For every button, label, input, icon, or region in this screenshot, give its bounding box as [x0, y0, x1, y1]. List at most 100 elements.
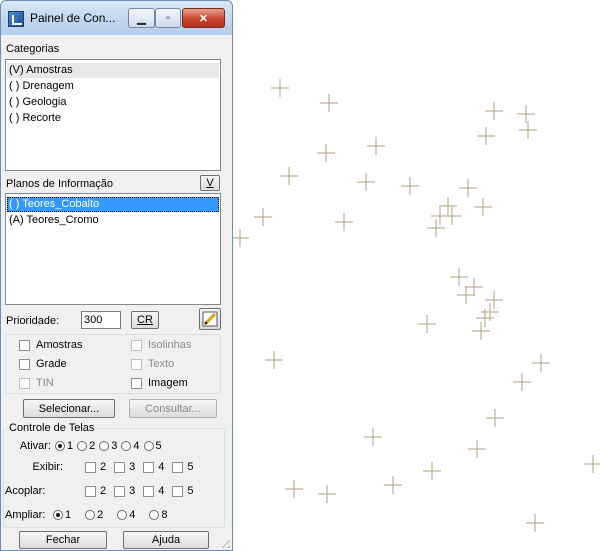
checkbox-box — [19, 339, 30, 351]
ampliar-label: Ampliar: — [5, 509, 46, 521]
sample-point-marker — [472, 322, 490, 340]
ampliar-2-label: 2 — [97, 509, 104, 521]
imagem-checkbox[interactable]: Imagem — [131, 377, 188, 389]
amostras-label: Amostras — [36, 339, 83, 351]
ampliar-4-label: 4 — [129, 509, 136, 521]
sample-point-marker — [532, 354, 550, 372]
exibir-checkbox-5[interactable] — [172, 461, 184, 473]
texto-label: Texto — [148, 358, 175, 370]
close-button[interactable]: ✕ — [182, 8, 225, 28]
ajuda-label: Ajuda — [151, 534, 181, 546]
consultar-button[interactable]: Consultar... — [129, 399, 217, 418]
ativar-radio-5[interactable] — [143, 441, 154, 451]
ampliar-radio-1[interactable] — [53, 510, 63, 520]
planos-label: Planos de Informação — [6, 178, 114, 190]
ampliar-radio-8[interactable] — [149, 510, 160, 520]
planos-list[interactable]: ( ) Teores_Cobalto (A) Teores_Cromo — [5, 193, 221, 305]
grade-checkbox[interactable]: Grade — [19, 358, 67, 370]
texto-checkbox[interactable]: Texto — [131, 358, 174, 370]
fechar-label: Fechar — [45, 534, 81, 546]
isolinhas-label: Isolinhas — [148, 339, 192, 351]
sample-point-marker — [465, 278, 483, 296]
ampliar-radio-4[interactable] — [117, 510, 128, 520]
title-bar[interactable]: Painel de Con... ▁ ▫ ✕ — [1, 1, 232, 35]
sample-point-marker — [526, 514, 544, 532]
sample-point-marker — [468, 440, 486, 458]
sample-point-marker — [513, 373, 531, 391]
color-edit-button[interactable] — [199, 308, 221, 330]
exibir-checkbox-3[interactable] — [114, 461, 126, 473]
cr-button-label: CR — [137, 314, 153, 326]
sample-point-marker — [457, 286, 475, 304]
ampliar-row: Ampliar: 1 2 4 8 — [5, 509, 168, 521]
pencil-icon — [202, 311, 218, 327]
sample-point-marker — [320, 94, 338, 112]
window-title: Painel de Con... — [30, 11, 116, 25]
tin-checkbox[interactable]: TIN — [19, 377, 54, 389]
ativar-2-label: 2 — [89, 440, 96, 452]
sample-point-marker — [481, 303, 499, 321]
sample-point-marker — [254, 208, 272, 226]
resize-grip[interactable] — [218, 536, 230, 548]
ajuda-button[interactable]: Ajuda — [123, 531, 209, 549]
sample-point-marker — [285, 480, 303, 498]
acoplar-row: Acoplar: 2 3 4 5 — [5, 485, 194, 497]
ativar-radio-2[interactable] — [77, 441, 88, 451]
acoplar-4-label: 4 — [158, 485, 165, 497]
acoplar-checkbox-4[interactable] — [143, 485, 155, 497]
amostras-checkbox[interactable]: Amostras — [19, 339, 82, 351]
minimize-icon: ▁ — [137, 12, 146, 25]
sample-point-marker — [443, 207, 461, 225]
acoplar-checkbox-3[interactable] — [114, 485, 126, 497]
ampliar-radio-2[interactable] — [85, 510, 96, 520]
ativar-1-label: 1 — [67, 440, 74, 452]
sample-point-marker — [584, 455, 600, 473]
sample-point-marker — [427, 219, 445, 237]
ativar-label: Ativar: — [19, 440, 51, 452]
checkbox-box — [131, 339, 142, 351]
list-item[interactable]: ( ) Teores_Cobalto — [7, 197, 219, 212]
checkbox-box — [131, 377, 142, 389]
visible-button-label: V — [206, 177, 214, 189]
sample-point-marker — [474, 198, 492, 216]
sample-point-marker — [485, 102, 503, 120]
ativar-radio-3[interactable] — [99, 441, 110, 451]
exibir-checkbox-2[interactable] — [85, 461, 96, 473]
maximize-icon: ▫ — [166, 12, 170, 24]
ativar-radio-1[interactable] — [55, 441, 65, 451]
sample-point-marker — [271, 79, 289, 97]
list-item[interactable]: (V) Amostras — [7, 63, 219, 78]
sample-point-marker — [317, 144, 335, 162]
sample-point-marker — [485, 291, 503, 309]
acoplar-2-label: 2 — [100, 485, 107, 497]
exibir-checkbox-4[interactable] — [143, 461, 155, 473]
sample-point-marker — [477, 127, 495, 145]
list-item[interactable]: ( ) Drenagem — [9, 79, 74, 94]
fechar-button[interactable]: Fechar — [19, 531, 107, 549]
sample-point-marker — [450, 268, 468, 286]
list-item[interactable]: (A) Teores_Cromo — [9, 213, 99, 228]
list-item[interactable]: ( ) Geologia — [9, 95, 66, 110]
categorias-list[interactable]: (V) Amostras ( ) Drenagem ( ) Geologia (… — [5, 59, 221, 171]
prioridade-input[interactable]: 300 — [81, 311, 121, 329]
acoplar-checkbox-2[interactable] — [85, 485, 96, 497]
isolinhas-checkbox[interactable]: Isolinhas — [131, 339, 191, 351]
sample-point-marker — [318, 485, 336, 503]
maximize-button[interactable]: ▫ — [155, 8, 181, 28]
ampliar-1-label: 1 — [65, 509, 72, 521]
ampliar-8-label: 8 — [161, 509, 168, 521]
ativar-radio-4[interactable] — [121, 441, 132, 451]
selecionar-button[interactable]: Selecionar... — [23, 399, 115, 418]
sample-point-marker — [280, 167, 298, 185]
minimize-button[interactable]: ▁ — [128, 8, 155, 28]
visible-button[interactable]: V — [200, 175, 220, 191]
checkbox-box — [131, 358, 142, 370]
acoplar-checkbox-5[interactable] — [172, 485, 184, 497]
sample-point-marker — [384, 476, 402, 494]
prioridade-label: Prioridade: — [6, 315, 60, 327]
list-item[interactable]: ( ) Recorte — [9, 111, 61, 126]
sample-point-marker — [231, 229, 249, 247]
cr-button[interactable]: CR — [131, 311, 159, 329]
ativar-5-label: 5 — [155, 440, 162, 452]
selecionar-label: Selecionar... — [38, 402, 100, 415]
